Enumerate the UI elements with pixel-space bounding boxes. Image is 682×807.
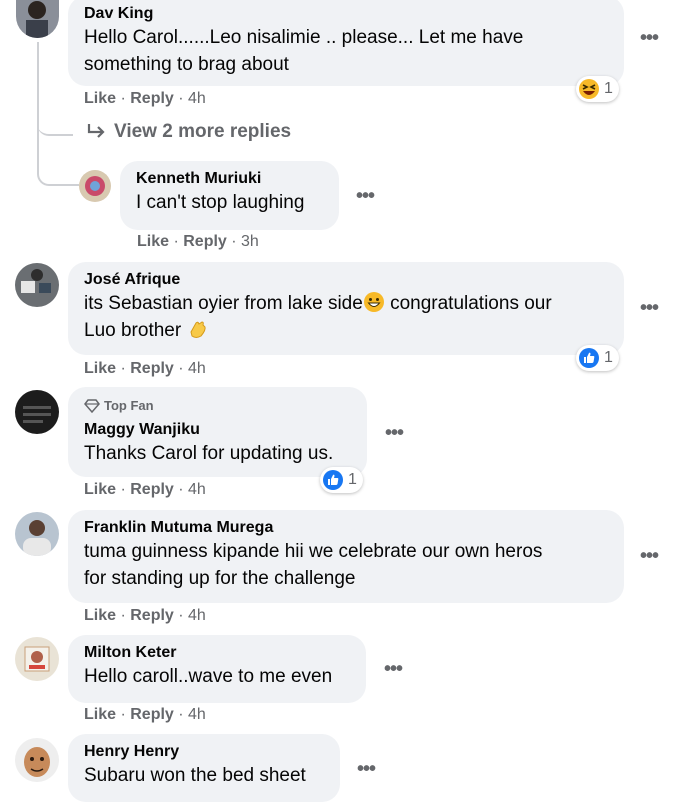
reply-link[interactable]: Reply	[130, 90, 174, 107]
like-link[interactable]: Like	[84, 481, 116, 498]
comment-bubble: Milton Keter Hello caroll..wave to me ev…	[68, 635, 366, 703]
thread-curve	[37, 134, 79, 186]
like-link[interactable]: Like	[84, 360, 116, 377]
comment-actions: Like · Reply · 4h	[84, 90, 206, 107]
reaction-count-value: 1	[604, 349, 613, 366]
reaction-count-value: 1	[348, 471, 357, 488]
comment-actions: Like · Reply · 4h	[84, 360, 206, 377]
comment-author[interactable]: Maggy Wanjiku	[84, 420, 355, 440]
comment-text: Subaru won the bed sheet	[84, 765, 306, 786]
comment-actions: Like · Reply · 4h	[84, 607, 206, 624]
reply-link[interactable]: Reply	[130, 481, 174, 498]
comment-time[interactable]: 4h	[188, 607, 206, 624]
avatar[interactable]	[16, 0, 59, 38]
comment-text: Hello caroll..wave to me even	[84, 666, 333, 687]
comment-author[interactable]: Milton Keter	[84, 643, 354, 663]
comment-author[interactable]: Henry Henry	[84, 742, 328, 762]
like-link[interactable]: Like	[137, 233, 169, 250]
diamond-icon	[84, 398, 100, 413]
reply-arrow-icon	[87, 124, 105, 138]
thread-curve	[37, 96, 73, 136]
comment-text: I can't stop laughing	[136, 192, 305, 213]
more-options-button[interactable]: •••	[637, 544, 661, 568]
comment-time[interactable]: 4h	[188, 706, 206, 723]
like-icon	[323, 470, 343, 490]
comment-bubble: Kenneth Muriuki I can't stop laughing	[120, 161, 339, 230]
like-link[interactable]: Like	[84, 607, 116, 624]
comment-time[interactable]: 4h	[188, 90, 206, 107]
like-icon	[579, 348, 599, 368]
comment-bubble: Dav King Hello Carol......Leo nisalimie …	[68, 0, 624, 86]
comment-bubble: Henry Henry Subaru won the bed sheet	[68, 734, 340, 802]
comment-author[interactable]: José Afrique	[84, 270, 612, 290]
comment-author[interactable]: Franklin Mutuma Murega	[84, 518, 612, 538]
comment-time[interactable]: 4h	[188, 481, 206, 498]
avatar[interactable]	[15, 637, 59, 681]
avatar[interactable]	[79, 170, 111, 202]
comment-bubble: José Afrique its Sebastian oyier from la…	[68, 262, 624, 355]
reaction-count[interactable]: 1	[320, 467, 363, 493]
reply-link[interactable]: Reply	[130, 360, 174, 377]
view-more-label: View 2 more replies	[114, 121, 292, 142]
comment-time[interactable]: 4h	[188, 360, 206, 377]
avatar[interactable]	[15, 512, 59, 556]
like-link[interactable]: Like	[84, 706, 116, 723]
clapping-hands-icon	[190, 321, 207, 338]
comment-time[interactable]: 3h	[241, 233, 259, 250]
reaction-count[interactable]: 1	[576, 76, 619, 102]
comment-author[interactable]: Kenneth Muriuki	[136, 169, 327, 189]
view-more-replies-button[interactable]: View 2 more replies	[86, 121, 291, 143]
comment-author[interactable]: Dav King	[84, 4, 612, 24]
avatar[interactable]	[15, 390, 59, 434]
comment-text: tuma guinness kipande hii we celebrate o…	[84, 541, 543, 589]
like-link[interactable]: Like	[84, 90, 116, 107]
reaction-count-value: 1	[604, 80, 613, 97]
comment-actions: Like · Reply · 4h	[84, 481, 206, 498]
more-options-button[interactable]: •••	[354, 757, 378, 781]
reply-link[interactable]: Reply	[183, 233, 227, 250]
comment-text: its Sebastian oyier from lake side congr…	[84, 292, 552, 341]
comment-text: Hello Carol......Leo nisalimie .. please…	[84, 27, 524, 75]
more-options-button[interactable]: •••	[381, 657, 405, 681]
more-options-button[interactable]: •••	[353, 184, 377, 208]
comment-actions: Like · Reply · 3h	[137, 233, 259, 250]
haha-icon	[579, 79, 599, 99]
reply-link[interactable]: Reply	[130, 607, 174, 624]
grinning-emoji-icon	[363, 292, 384, 312]
comment-bubble: Top Fan Maggy Wanjiku Thanks Carol for u…	[68, 387, 367, 477]
more-options-button[interactable]: •••	[637, 296, 661, 320]
avatar[interactable]	[15, 738, 59, 782]
avatar[interactable]	[15, 263, 59, 307]
more-options-button[interactable]: •••	[637, 26, 661, 50]
top-fan-badge: Top Fan	[84, 397, 355, 414]
comment-text: Thanks Carol for updating us.	[84, 443, 334, 464]
reply-link[interactable]: Reply	[130, 706, 174, 723]
more-options-button[interactable]: •••	[382, 421, 406, 445]
comment-actions: Like · Reply · 4h	[84, 706, 206, 723]
reaction-count[interactable]: 1	[576, 345, 619, 371]
comment-bubble: Franklin Mutuma Murega tuma guinness kip…	[68, 510, 624, 603]
